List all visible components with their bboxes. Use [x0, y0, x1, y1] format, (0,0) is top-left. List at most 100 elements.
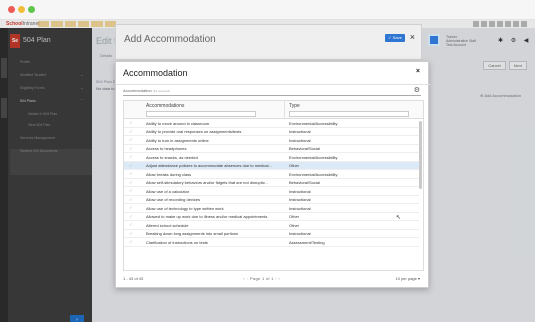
prev-page-icon[interactable]: ‹: [247, 276, 249, 281]
row-type: Other: [289, 163, 300, 169]
user-info[interactable]: Trainer Administrative Staff Test Accoun…: [446, 35, 476, 47]
check-icon[interactable]: ✓: [129, 205, 133, 211]
picker-title: Accommodation: [123, 68, 188, 78]
table-row[interactable]: ✓ Allowed to make up work due to illness …: [124, 213, 419, 221]
row-type: Assessment/Testing: [289, 239, 325, 245]
check-icon[interactable]: ✓: [129, 163, 133, 169]
dialog-title: Add Accommodation: [124, 34, 216, 45]
row-type: Environmental/Accessibility: [289, 171, 338, 177]
row-accommodation-name: Allow use of recording devices: [146, 197, 201, 203]
table-row[interactable]: ✓ Allow use of recording devices Instructi…: [124, 196, 419, 204]
save-button[interactable]: ✓ Save: [385, 34, 405, 42]
close-icon[interactable]: ×: [416, 68, 420, 75]
maximize-window-dot[interactable]: [28, 6, 35, 13]
record-count: 1 - 43 of 43: [123, 276, 144, 281]
accommodations-filter-input[interactable]: [146, 111, 256, 117]
window-titlebar: [0, 0, 535, 20]
table-row[interactable]: ✓ Access to headphones Behavioral/Social: [124, 145, 419, 153]
row-accommodation-name: Ability to turn in assignments online: [146, 137, 209, 143]
row-type: Instructional: [289, 137, 311, 143]
row-type: Instructional: [289, 129, 311, 135]
accommodation-picker-dialog: Accommodation × Accommodation (63 select…: [115, 61, 430, 288]
table-row[interactable]: ✓ Access to snacks, as needed Environmenta…: [124, 153, 419, 162]
user-avatar[interactable]: [428, 34, 440, 46]
row-type: Environmental/Accessibility: [289, 154, 338, 160]
row-accommodation-name: Altered school schedule: [146, 222, 189, 228]
check-icon[interactable]: ✓: [129, 171, 133, 177]
page-indicator: Page 1 of 1: [250, 276, 274, 281]
close-icon[interactable]: ×: [410, 32, 415, 42]
table-row[interactable]: ✓ Breaking down long assignments into sma…: [124, 230, 419, 238]
check-icon[interactable]: ✓: [129, 231, 133, 237]
check-icon[interactable]: ✓: [129, 214, 133, 220]
row-type: Other: [289, 214, 300, 220]
pager: « ‹ Page 1 of 1 › »: [243, 276, 281, 281]
table-row[interactable]: ✓ Ability to turn in assignments online In…: [124, 136, 419, 145]
check-icon[interactable]: ✓: [129, 188, 133, 194]
row-type: Environmental/Accessibility: [289, 120, 338, 126]
table-row[interactable]: ✓ Allow use of technology to type written…: [124, 204, 419, 213]
row-accommodation-name: Allow use of a calculator: [146, 188, 190, 194]
table-row[interactable]: ✓ Allow use of a calculator Instructional: [124, 187, 419, 196]
check-icon[interactable]: ✓: [129, 129, 133, 135]
row-type: Instructional: [289, 197, 311, 203]
check-icon[interactable]: ✓: [129, 154, 133, 160]
table-row[interactable]: ✓ Allow self-stimulatory behaviors and/or…: [124, 179, 419, 187]
row-accommodation-name: Allow use of technology to type written …: [146, 205, 224, 211]
row-type: Instructional: [289, 188, 311, 194]
per-page-select[interactable]: 10 per page ▾: [396, 276, 420, 281]
row-accommodation-name: Adjust attendance policies to accommodat…: [146, 163, 272, 169]
accommodation-field-label: Accommodation (63 selected): [123, 88, 171, 93]
table-row[interactable]: ✓ Adjust attendance policies to accommoda…: [124, 161, 419, 170]
app-logo[interactable]: SchoolIntranet: [6, 21, 40, 27]
divider: [116, 84, 430, 85]
row-accommodation-name: Access to headphones: [146, 146, 187, 152]
grid-scrollbar[interactable]: [419, 121, 422, 189]
check-icon[interactable]: ✓: [129, 137, 133, 143]
row-type: Behavioral/Social: [289, 146, 320, 152]
column-separator[interactable]: [284, 101, 285, 119]
grid-footer: 1 - 43 of 43 « ‹ Page 1 of 1 › » 10 per …: [123, 273, 424, 285]
row-accommodation-name: Ability to move around in classroom: [146, 120, 210, 126]
table-row[interactable]: ✓ Allow breaks during class Environmental/…: [124, 170, 419, 179]
next-page-icon[interactable]: ›: [275, 276, 277, 281]
grid-header: Accommodations Type: [124, 101, 423, 119]
table-row[interactable]: ✓ Ability to provide oral responses on as…: [124, 128, 419, 136]
check-icon[interactable]: ✓: [129, 239, 133, 245]
app-top-icons[interactable]: [473, 21, 527, 27]
gear-icon[interactable]: ⚙: [414, 86, 420, 94]
column-header-accommodations[interactable]: Accommodations: [146, 103, 184, 109]
check-icon[interactable]: ✓: [129, 197, 133, 203]
row-type: Behavioral/Social: [289, 180, 320, 186]
mouse-cursor-icon: ↖: [396, 215, 402, 221]
accommodations-grid: Accommodations Type ✓ Ability to move aro…: [123, 100, 424, 271]
table-row[interactable]: ✓ Ability to move around in classroom Envi…: [124, 119, 419, 128]
table-row[interactable]: ✓ Altered school schedule Other: [124, 221, 419, 230]
row-accommodation-name: Clarification of instructions on tests: [146, 239, 208, 245]
row-type: Instructional: [289, 231, 311, 237]
add-accommodation-dialog: Add Accommodation ✓ Save ×: [115, 24, 422, 60]
first-page-icon[interactable]: «: [243, 276, 246, 281]
app-menu-tiles[interactable]: [38, 21, 116, 27]
check-icon[interactable]: ✓: [129, 180, 133, 186]
row-type: Instructional: [289, 205, 311, 211]
last-page-icon[interactable]: »: [278, 276, 281, 281]
row-accommodation-name: Breaking down long assignments into smal…: [146, 231, 239, 237]
row-accommodation-name: Access to snacks, as needed: [146, 154, 198, 160]
column-header-type[interactable]: Type: [289, 103, 300, 109]
minimize-window-dot[interactable]: [18, 6, 25, 13]
row-accommodation-name: Allow breaks during class: [146, 171, 192, 177]
check-icon[interactable]: ✓: [129, 120, 133, 126]
accommodation-field-underline: [123, 95, 421, 96]
check-icon[interactable]: ✓: [129, 222, 133, 228]
table-row[interactable]: ✓ Clarification of instructions on tests A…: [124, 238, 419, 247]
row-accommodation-name: Allowed to make up work due to illness a…: [146, 214, 268, 220]
check-icon[interactable]: ✓: [129, 146, 133, 152]
user-toolbar-icons[interactable]: ✱ ⚙ ◀: [498, 37, 531, 44]
row-accommodation-name: Allow self-stimulatory behaviors and/or …: [146, 180, 268, 186]
close-window-dot[interactable]: [8, 6, 15, 13]
grid-rows: ✓ Ability to move around in classroom Envi…: [124, 119, 419, 247]
row-type: Other: [289, 222, 300, 228]
row-accommodation-name: Ability to provide oral responses on ass…: [146, 129, 242, 135]
type-filter-input[interactable]: [289, 111, 409, 117]
